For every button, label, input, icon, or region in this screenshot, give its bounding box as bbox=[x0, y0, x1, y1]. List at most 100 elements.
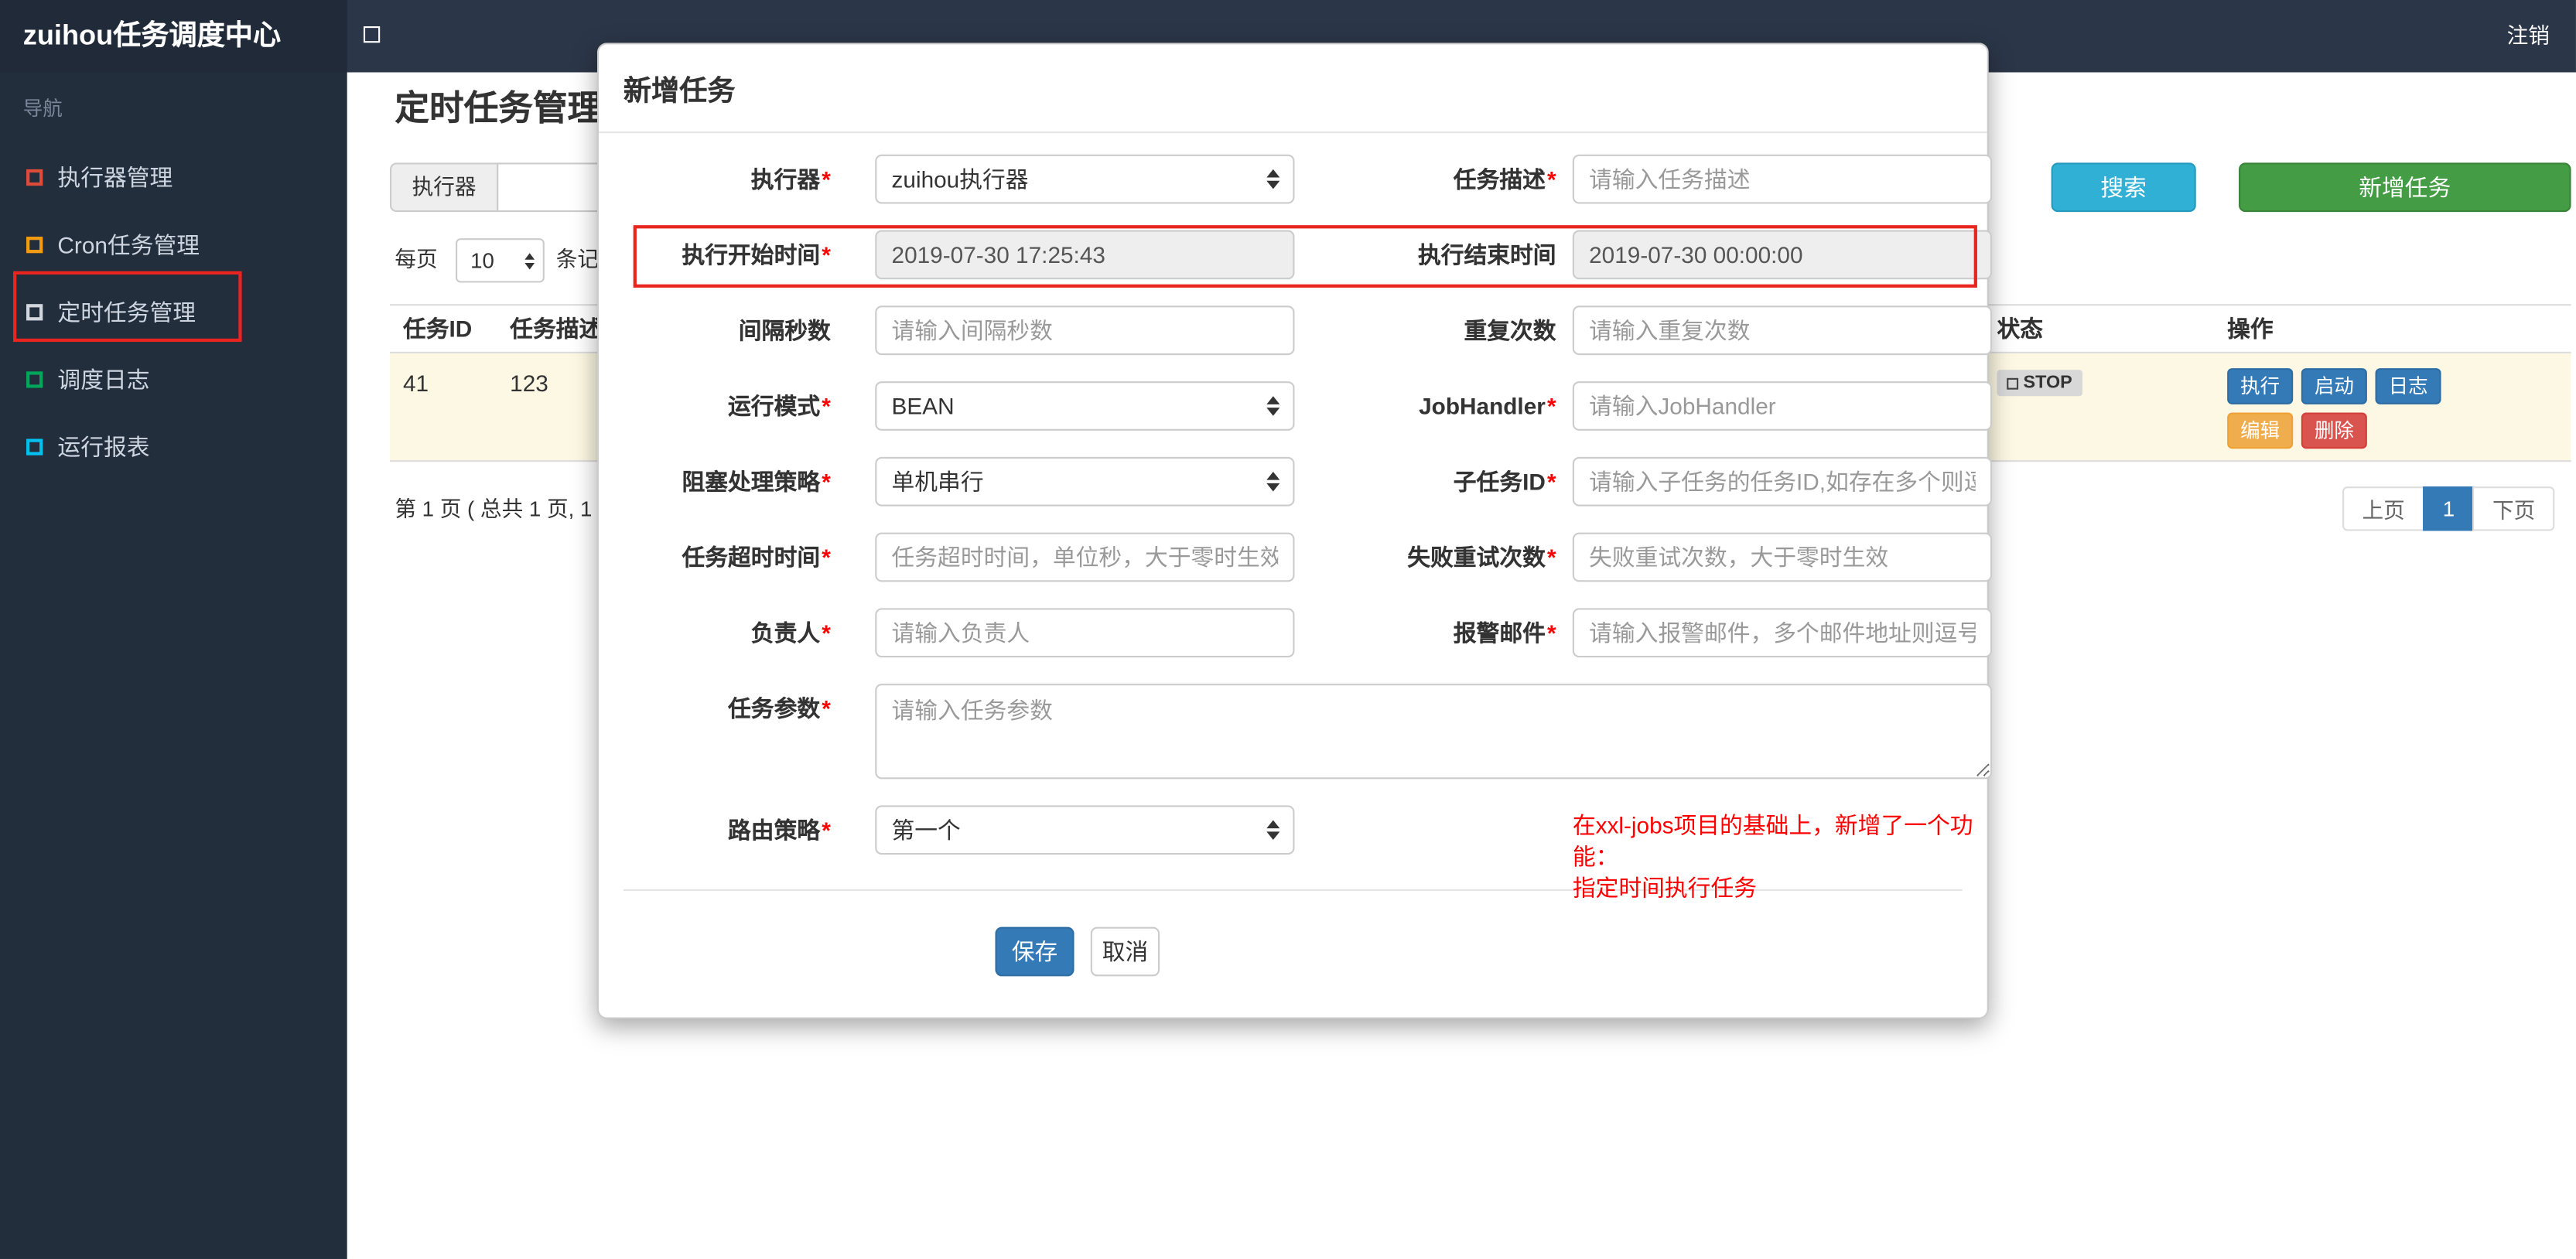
prev-page-button[interactable]: 上页 bbox=[2342, 486, 2425, 531]
required-mark: * bbox=[822, 619, 831, 647]
run-mode-select[interactable]: BEAN bbox=[875, 381, 1295, 431]
per-page-label: 每页 bbox=[395, 246, 438, 271]
block-strategy-label: 阻塞处理策略 * bbox=[682, 468, 831, 495]
required-mark: * bbox=[1546, 165, 1556, 193]
job-param-label: 任务参数 * bbox=[728, 695, 831, 722]
owner-input[interactable] bbox=[875, 608, 1295, 658]
search-button[interactable]: 搜索 bbox=[2051, 162, 2196, 213]
required-mark: * bbox=[822, 544, 831, 571]
save-button[interactable]: 保存 bbox=[995, 926, 1074, 977]
feature-note-line1: 在xxl-jobs项目的基础上，新增了一个功能： bbox=[1572, 811, 1973, 870]
run-mode-select-value: BEAN bbox=[891, 392, 955, 419]
timeout-input[interactable] bbox=[875, 532, 1295, 582]
run-button[interactable]: 执行 bbox=[2227, 368, 2294, 404]
required-mark: * bbox=[1546, 619, 1556, 647]
executor-select-value: zuihou执行器 bbox=[891, 165, 1029, 193]
required-mark: * bbox=[822, 241, 831, 268]
fail-retry-input[interactable] bbox=[1572, 532, 1993, 582]
fail-retry-label: 失败重试次数 * bbox=[1407, 544, 1556, 571]
executor-label: 执行器 * bbox=[750, 165, 831, 193]
sidebar-header: 导航 bbox=[22, 97, 63, 121]
alarm-email-label: 报警邮件 * bbox=[1453, 619, 1556, 647]
alarm-email-input[interactable] bbox=[1572, 608, 1993, 658]
required-mark: * bbox=[822, 392, 831, 419]
sidebar-nav: 执行器管理 Cron任务管理 定时任务管理 调度日志 运行报表 bbox=[0, 136, 347, 479]
route-strategy-select-value: 第一个 bbox=[891, 817, 961, 844]
repeat-count-label: 重复次数 bbox=[1464, 317, 1556, 344]
row-actions-line1: 执行 启动 日志 bbox=[2227, 368, 2556, 404]
feature-note-line2: 指定时间执行任务 bbox=[1572, 874, 1757, 901]
sidebar-item-cron-task-manage[interactable]: Cron任务管理 bbox=[0, 210, 347, 278]
sidebar-item-executor-manage[interactable]: 执行器管理 bbox=[0, 143, 347, 210]
add-task-button[interactable]: 新增任务 bbox=[2239, 162, 2571, 213]
cell-job-desc: 123 bbox=[510, 370, 548, 397]
sidebar-toggle-icon[interactable] bbox=[363, 26, 384, 46]
form-row-timeout-retry: 任务超时时间* 失败重试次数* bbox=[624, 532, 1993, 582]
select-arrows-icon bbox=[1266, 396, 1280, 416]
form-row-route: 路由策略 * 第一个 在xxl-jobs项目的基础上，新增了一个功能： 指定时间执… bbox=[624, 805, 1973, 901]
sidebar-item-label: 运行报表 bbox=[57, 433, 150, 460]
form-row-executor-desc: 执行器 * zuihou执行器 任务描述 * bbox=[624, 154, 1993, 204]
next-page-button[interactable]: 下页 bbox=[2472, 486, 2555, 531]
required-mark: * bbox=[822, 165, 831, 193]
delete-button[interactable]: 删除 bbox=[2301, 412, 2367, 449]
modal-title: 新增任务 bbox=[623, 75, 736, 107]
log-button[interactable]: 日志 bbox=[2375, 368, 2441, 404]
block-strategy-select[interactable]: 单机串行 bbox=[875, 456, 1295, 507]
sidebar-item-label: 调度日志 bbox=[57, 365, 150, 392]
job-desc-input[interactable] bbox=[1572, 154, 1993, 204]
row-actions: 执行 启动 日志 编辑 删除 bbox=[2227, 368, 2556, 457]
required-mark: * bbox=[822, 468, 831, 495]
job-param-textarea[interactable] bbox=[875, 684, 1993, 780]
timeout-label: 任务超时时间 * bbox=[682, 544, 831, 571]
cancel-button[interactable]: 取消 bbox=[1090, 926, 1160, 977]
required-mark: * bbox=[1546, 468, 1556, 495]
current-page-button[interactable]: 1 bbox=[2423, 486, 2475, 531]
executor-select[interactable]: zuihou执行器 bbox=[875, 154, 1295, 204]
form-row-owner-email: 负责人* 报警邮件* bbox=[624, 608, 1993, 658]
repeat-count-input[interactable] bbox=[1572, 305, 1993, 356]
start-button[interactable]: 启动 bbox=[2301, 368, 2367, 404]
modal-body: 执行器* zuihou执行器 任务描述* 执行开始时间* 执行结束时间 间隔秒数… bbox=[599, 133, 1993, 977]
sidebar-item-label: Cron任务管理 bbox=[57, 230, 200, 258]
child-job-id-input[interactable] bbox=[1572, 456, 1993, 507]
logout-link[interactable]: 注销 bbox=[2507, 0, 2550, 73]
form-row-interval-repeat: 间隔秒数 重复次数 bbox=[624, 305, 1993, 356]
job-handler-input[interactable] bbox=[1572, 381, 1993, 431]
square-glyph bbox=[363, 26, 381, 43]
end-time-label: 执行结束时间 bbox=[1417, 241, 1556, 268]
job-desc-label: 任务描述 * bbox=[1453, 165, 1556, 193]
child-job-id-label: 子任务ID * bbox=[1453, 468, 1556, 495]
orange-square-icon bbox=[26, 235, 43, 253]
status-badge: STOP bbox=[1997, 370, 2082, 397]
block-strategy-select-value: 单机串行 bbox=[891, 468, 984, 495]
edit-button[interactable]: 编辑 bbox=[2227, 412, 2294, 449]
form-row-block-child: 阻塞处理策略 * 单机串行 子任务ID * bbox=[624, 456, 1993, 507]
select-arrows-icon bbox=[1266, 471, 1280, 492]
sidebar-item-run-report[interactable]: 运行报表 bbox=[0, 412, 347, 479]
owner-label: 负责人 * bbox=[750, 619, 831, 647]
sidebar-item-schedule-log[interactable]: 调度日志 bbox=[0, 345, 347, 412]
sidebar-item-label: 执行器管理 bbox=[57, 163, 173, 190]
gray-square-icon bbox=[26, 303, 43, 320]
red-square-icon bbox=[26, 168, 43, 186]
column-header-status: 状态 bbox=[1997, 316, 2043, 343]
run-mode-label: 运行模式 * bbox=[728, 392, 831, 419]
interval-label: 间隔秒数 bbox=[738, 317, 831, 344]
required-mark: * bbox=[822, 817, 831, 844]
column-header-job-desc: 任务描述 bbox=[510, 316, 603, 343]
sidebar-item-timed-task-manage[interactable]: 定时任务管理 bbox=[0, 278, 347, 345]
job-handler-label: JobHandler * bbox=[1419, 392, 1556, 419]
interval-input[interactable] bbox=[875, 305, 1295, 356]
end-time-input[interactable] bbox=[1572, 230, 1993, 280]
per-page-select[interactable]: 10 bbox=[456, 238, 545, 283]
sidebar-item-label: 定时任务管理 bbox=[57, 298, 196, 325]
start-time-input[interactable] bbox=[875, 230, 1295, 280]
app-viewport: zuihou任务调度中心 注销 导航 执行器管理 Cron任务管理 定时任务管理… bbox=[0, 0, 2576, 1259]
route-strategy-select[interactable]: 第一个 bbox=[875, 805, 1295, 855]
app-brand[interactable]: zuihou任务调度中心 bbox=[0, 0, 347, 73]
form-row-mode-handler: 运行模式 * BEAN JobHandler * bbox=[624, 381, 1993, 431]
form-row-times: 执行开始时间* 执行结束时间 bbox=[624, 230, 1993, 280]
form-row-job-param: 任务参数 * bbox=[624, 684, 1993, 780]
per-page-suffix: 条记 bbox=[555, 246, 600, 271]
